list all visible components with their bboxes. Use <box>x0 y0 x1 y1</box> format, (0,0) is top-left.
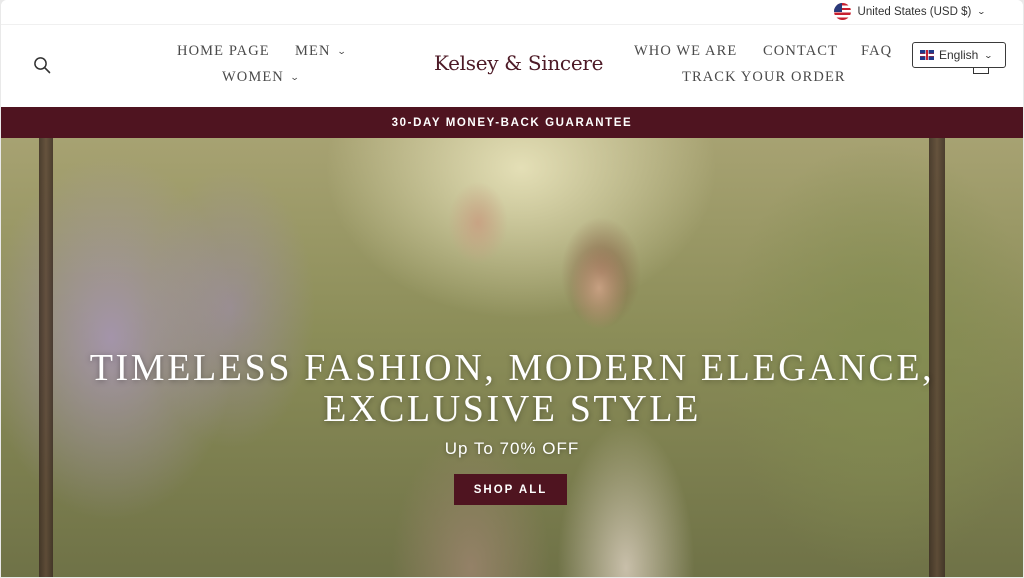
nav-home-page[interactable]: HOME PAGE <box>177 43 270 60</box>
site-logo[interactable]: Kelsey & Sincere <box>434 51 603 75</box>
hero-subtitle: Up To 70% OFF <box>444 439 580 458</box>
nav-faq[interactable]: FAQ <box>861 43 892 60</box>
hero-banner: TIMELESS FASHION, MODERN ELEGANCE, EXCLU… <box>1 138 1023 577</box>
language-selector[interactable]: English ⌄ <box>912 42 1006 68</box>
cart-icon[interactable] <box>973 68 989 74</box>
chevron-down-icon: ⌄ <box>336 46 348 56</box>
chevron-down-icon: ⌄ <box>984 50 994 60</box>
nav-men[interactable]: MEN ⌄ <box>295 43 346 60</box>
announcement-bar: 30-DAY MONEY-BACK GUARANTEE <box>1 107 1023 138</box>
nav-women-label: WOMEN <box>222 69 284 85</box>
nav-contact[interactable]: CONTACT <box>763 43 838 60</box>
announcement-text: 30-DAY MONEY-BACK GUARANTEE <box>391 116 633 129</box>
chevron-down-icon: ⌄ <box>976 7 987 16</box>
chevron-down-icon: ⌄ <box>289 72 301 82</box>
hero-title-line-2: EXCLUSIVE STYLE <box>323 388 701 430</box>
currency-selector[interactable]: United States (USD $) ⌄ <box>833 3 987 20</box>
utility-bar: United States (USD $) ⌄ <box>1 0 1023 24</box>
nav-home-page-label: HOME PAGE <box>177 43 270 59</box>
site-header: HOME PAGE MEN ⌄ WOMEN ⌄ Kelsey & Sincere W… <box>1 24 1023 107</box>
language-label: English <box>939 48 979 62</box>
browser-page: United States (USD $) ⌄ HOME PAGE MEN ⌄ W… <box>1 0 1023 577</box>
shop-all-button[interactable]: SHOP ALL <box>454 474 567 505</box>
hero-title: TIMELESS FASHION, MODERN ELEGANCE, EXCLU… <box>1 348 1023 430</box>
uk-flag-icon <box>920 50 934 60</box>
search-icon[interactable] <box>33 56 51 74</box>
nav-who-we-are[interactable]: WHO WE ARE <box>634 43 737 60</box>
nav-women[interactable]: WOMEN ⌄ <box>222 69 300 86</box>
nav-men-label: MEN <box>295 43 331 59</box>
us-flag-icon <box>833 3 851 20</box>
currency-label: United States (USD $) <box>857 5 972 18</box>
hero-title-line-1: TIMELESS FASHION, MODERN ELEGANCE, <box>89 347 935 389</box>
nav-track-your-order[interactable]: TRACK YOUR ORDER <box>682 69 846 86</box>
